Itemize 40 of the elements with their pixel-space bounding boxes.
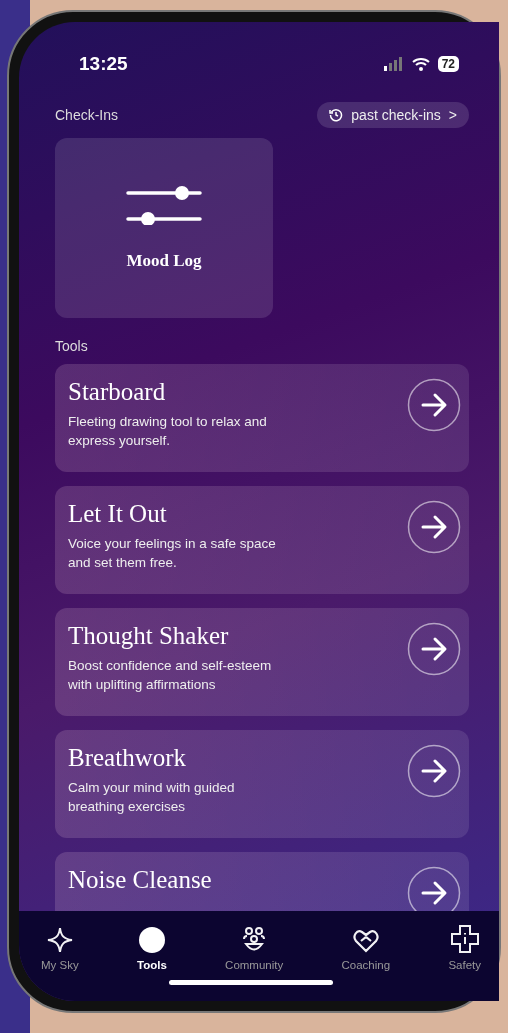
tab-bar-item[interactable]: Coaching <box>341 921 391 971</box>
tool-description: Voice your feelings in a safe space and set them free. <box>68 535 277 572</box>
tab-bar-item[interactable]: My Sky <box>41 921 79 971</box>
section-heading: Check-Ins <box>55 107 119 123</box>
sliders-icon <box>126 185 202 225</box>
tool-card[interactable]: Breathwork Calm your mind with guided breathing exercises <box>55 730 469 838</box>
tool-description: Fleeting drawing tool to relax and express yourself. <box>68 413 268 450</box>
tool-description: Calm your mind with guided breathing exercises <box>68 779 236 816</box>
cross-icon <box>450 925 479 953</box>
status-time: 13:25 <box>79 53 128 75</box>
tool-title: Breathwork <box>68 744 188 772</box>
history-icon <box>329 108 344 122</box>
tool-card[interactable]: Starboard Fleeting drawing tool to relax and express yourself. <box>55 364 469 472</box>
tool-description: Boost confidence and self-esteem with uplifting affirmations <box>68 657 273 694</box>
section-heading: Tools <box>55 338 88 354</box>
tool-title: Starboard <box>68 378 167 406</box>
tool-card[interactable]: Noise Cleanse <box>55 852 469 911</box>
battery-level: 72 <box>437 56 459 72</box>
sparkle-icon <box>46 927 73 953</box>
arrow-button-icon[interactable] <box>407 500 461 554</box>
tool-title: Noise Cleanse <box>68 866 212 894</box>
tool-title: Let It Out <box>68 500 168 528</box>
tab-bar-item[interactable]: Community <box>225 921 284 971</box>
tool-card[interactable]: Let It Out Voice your feelings in a safe space and set them free. <box>55 486 469 594</box>
arrow-button-icon[interactable] <box>407 866 461 911</box>
tab-bar-item[interactable]: Safety <box>448 921 481 971</box>
card-title: Mood Log <box>126 251 202 271</box>
arrow-button-icon[interactable] <box>407 622 461 676</box>
tool-title: Thought Shaker <box>68 622 230 650</box>
arrow-button-icon[interactable] <box>407 378 461 432</box>
heart-icon <box>352 929 379 953</box>
signal-icon <box>383 57 404 71</box>
arrow-button-icon[interactable] <box>407 744 461 798</box>
mood-log-card[interactable]: Mood Log <box>55 138 273 318</box>
past-check-ins-button[interactable]: past check-ins > <box>317 102 469 128</box>
tab-bar-item[interactable]: Tools <box>137 921 167 971</box>
people-icon <box>241 927 268 953</box>
wifi-icon <box>411 57 430 71</box>
circle-icon <box>138 927 165 953</box>
tool-card[interactable]: Thought Shaker Boost confidence and self-esteem with uplifting affirmations <box>55 608 469 716</box>
